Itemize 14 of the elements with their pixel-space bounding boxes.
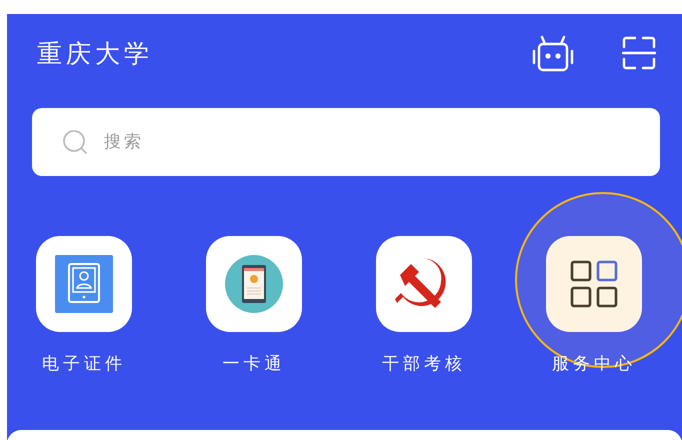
- shortcut-tile[interactable]: [546, 236, 642, 332]
- id-card-icon: [55, 255, 113, 313]
- shortcut-label: 电子证件: [42, 353, 126, 375]
- scan-icon[interactable]: [622, 36, 656, 70]
- search-field[interactable]: 搜索: [32, 108, 660, 176]
- shortcut-label: 干部考核: [382, 353, 466, 375]
- shortcut-label: 一卡通: [222, 353, 286, 375]
- grid-icon: [570, 260, 618, 308]
- shortcut-tile[interactable]: [376, 236, 472, 332]
- tablet-icon: [225, 255, 283, 313]
- app-title: 重庆大学: [37, 38, 153, 70]
- robot-icon[interactable]: [532, 34, 574, 72]
- shortcut-tile[interactable]: [36, 236, 132, 332]
- shortcut-tile[interactable]: [206, 236, 302, 332]
